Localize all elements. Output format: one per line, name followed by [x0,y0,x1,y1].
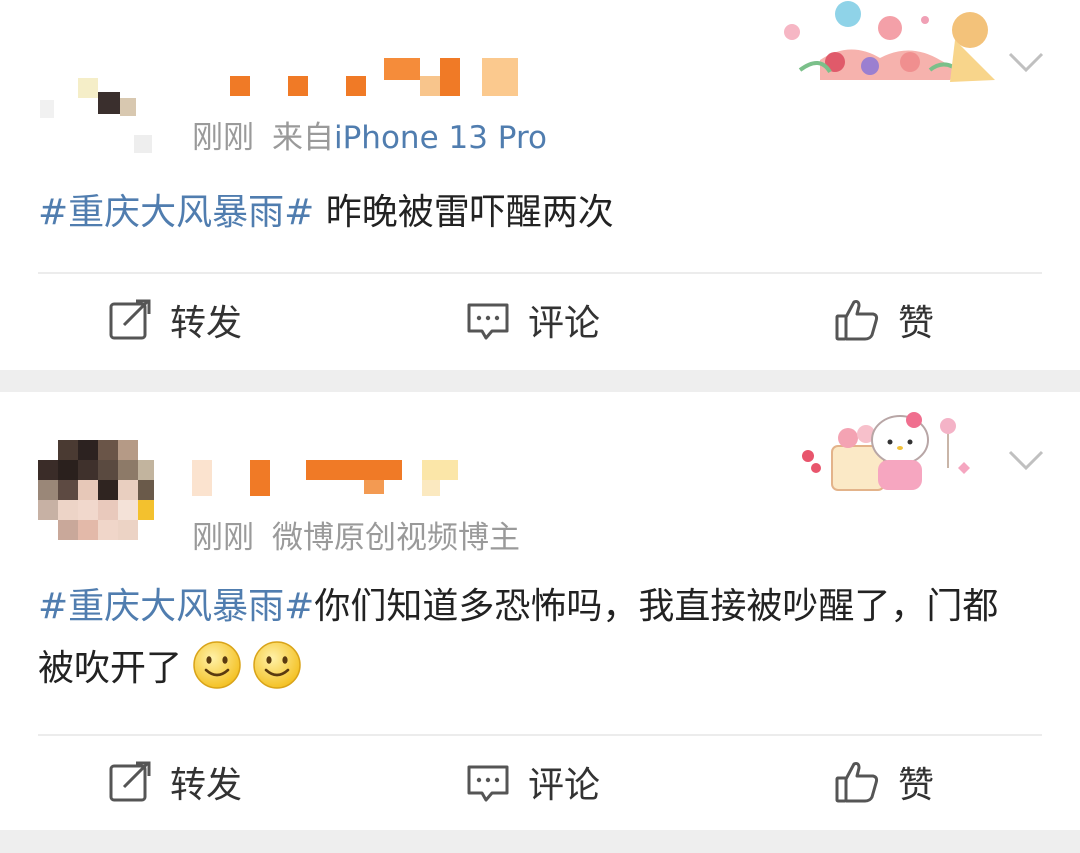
topic-link[interactable]: #重庆大风暴雨# [38,586,314,627]
like-button[interactable]: 赞 [834,290,934,350]
feed-card-2: 刚刚 微博原创视频博主 #重庆大风暴雨#你们知道多恐怖吗，我直接被吵醒了，门都被吹… [0,392,1080,830]
post-device[interactable]: iPhone 13 Pro [334,120,547,156]
avatar[interactable] [38,40,158,160]
feed-separator [0,370,1080,392]
like-icon [835,762,879,803]
smile-emoji-icon [193,641,241,689]
username-redacted[interactable] [192,460,492,500]
feed-card-1: 刚刚来自iPhone 13 Pro #重庆大风暴雨# 昨晚被雷吓醒两次 转发 [0,0,1080,370]
like-icon [835,300,879,341]
divider [38,734,1042,736]
post-meta: 刚刚 微博原创视频博主 [192,512,520,557]
repost-icon [109,299,151,340]
post-content: #重庆大风暴雨# 昨晚被雷吓醒两次 [38,182,1038,244]
username-redacted[interactable] [228,58,528,98]
like-label: 赞 [898,765,935,806]
creator-badge: 微博原创视频博主 [272,520,520,556]
chevron-down-icon[interactable] [1006,448,1046,472]
comment-icon [467,303,509,340]
post-content: #重庆大风暴雨#你们知道多恐怖吗，我直接被吵醒了，门都被吹开了 [38,576,1028,700]
repost-label: 转发 [170,765,243,806]
like-label: 赞 [898,303,935,344]
card-decoration-kitty [802,412,970,491]
chevron-down-icon[interactable] [1006,50,1046,74]
comment-icon [467,765,509,802]
like-button[interactable]: 赞 [834,752,934,812]
comment-label: 评论 [528,303,601,344]
post-text: 昨晚被雷吓醒两次 [314,192,614,233]
repost-label: 转发 [170,303,243,344]
post-meta: 刚刚 来自iPhone 13 Pro [192,112,547,157]
post-time: 刚刚 [192,520,254,556]
post-source-prefix: 来自 [272,120,334,156]
comment-button[interactable]: 评论 [466,290,600,350]
repost-button[interactable]: 转发 [108,752,242,812]
topic-link[interactable]: #重庆大风暴雨# [38,192,314,233]
card-decoration-flowers [784,1,995,82]
avatar[interactable] [38,440,158,560]
feed-separator [0,830,1080,853]
repost-icon [109,761,151,802]
comment-label: 评论 [528,765,601,806]
post-time: 刚刚 [192,120,254,156]
repost-button[interactable]: 转发 [108,290,242,350]
divider [38,272,1042,274]
smile-emoji-icon [253,641,301,689]
comment-button[interactable]: 评论 [466,752,600,812]
